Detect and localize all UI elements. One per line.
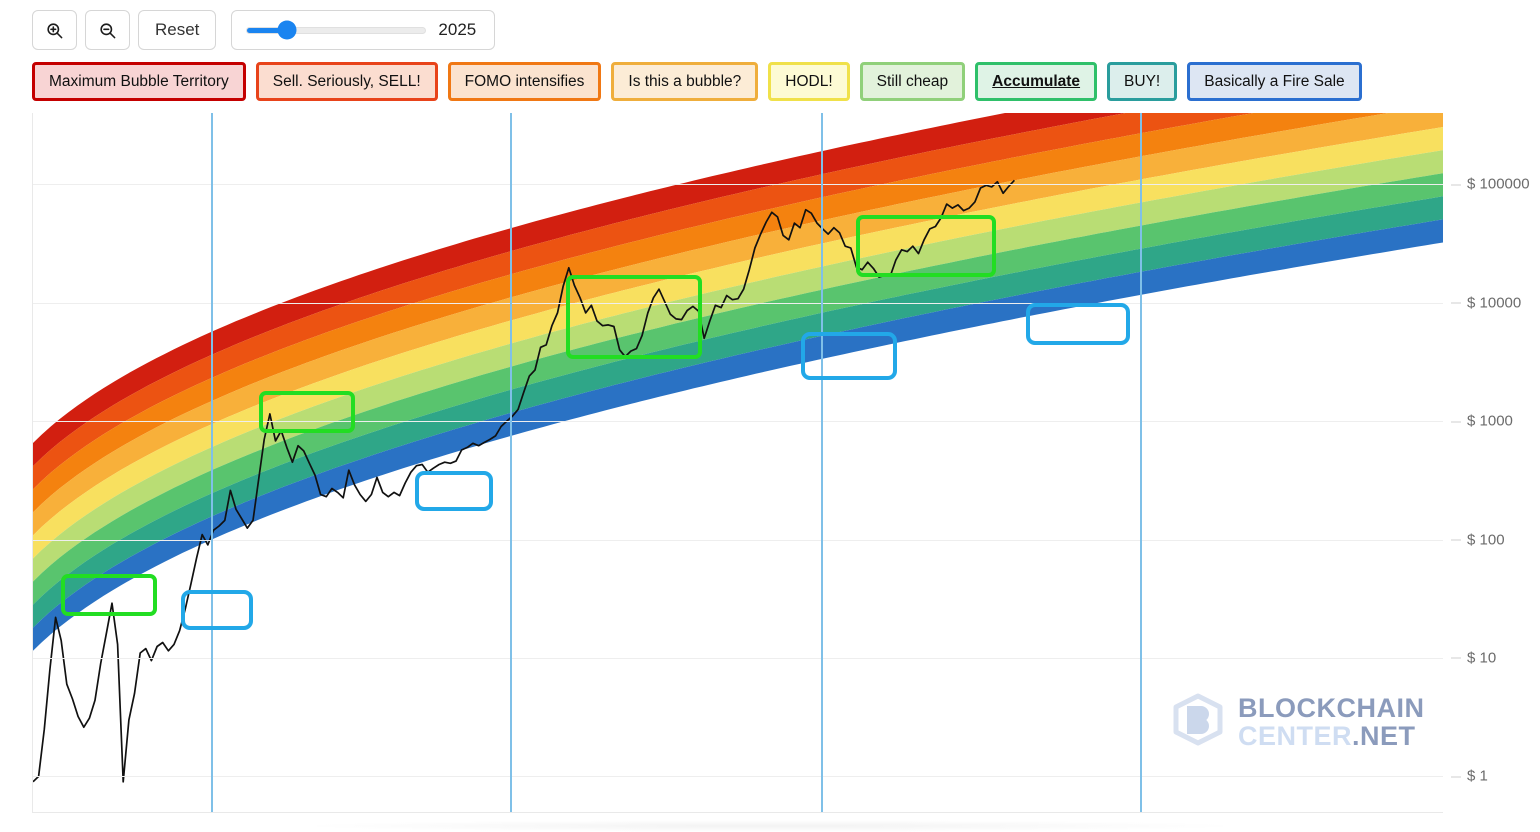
y-axis-tick-text: $ 10	[1467, 649, 1497, 667]
rainbow-chart-app: Reset 2025 Maximum Bubble Territory Sell.…	[0, 0, 1540, 832]
y-axis-tick-text: $ 100	[1467, 531, 1505, 549]
legend-band-label: Maximum Bubble Territory	[49, 72, 229, 90]
cycle-bottom-highlight-box	[801, 331, 898, 380]
zoom-out-icon	[98, 21, 117, 40]
horizontal-gridline	[33, 302, 1443, 304]
cycle-top-highlight-box	[258, 390, 355, 433]
cycle-top-highlight-box	[856, 215, 997, 278]
year-slider-value: 2025	[438, 20, 477, 39]
legend-band-label: BUY!	[1124, 72, 1161, 90]
legend-band-label: Sell. Seriously, SELL!	[272, 72, 421, 90]
legend-band-2[interactable]: FOMO intensifies	[447, 62, 602, 101]
legend-band-6[interactable]: Accumulate	[975, 62, 1098, 101]
legend-band-label: Still cheap	[876, 72, 949, 90]
y-axis-tick-label: $ 10	[1451, 649, 1496, 666]
y-axis-tick-text: $ 100000	[1467, 175, 1530, 193]
horizontal-gridline	[33, 421, 1443, 423]
horizontal-gridline	[33, 539, 1443, 541]
horizontal-gridline	[33, 657, 1443, 659]
legend-band-label: Accumulate	[992, 72, 1081, 90]
year-slider-thumb[interactable]	[277, 20, 297, 40]
legend-band-label: Is this a bubble?	[628, 72, 742, 90]
y-axis-tick-text: $ 10000	[1467, 294, 1522, 312]
halving-gridline	[1139, 113, 1142, 812]
y-axis-tick-label: $ 1000	[1451, 413, 1513, 430]
zoom-in-button[interactable]	[32, 10, 77, 50]
cycle-bottom-highlight-box	[415, 470, 494, 511]
year-slider-track[interactable]	[246, 20, 427, 40]
year-slider[interactable]: 2025	[231, 10, 496, 50]
y-axis-tick-label: $ 1	[1451, 768, 1488, 785]
legend-band-label: HODL!	[785, 72, 833, 90]
horizontal-gridline	[33, 776, 1443, 778]
y-axis-tick-label: $ 100	[1451, 531, 1505, 548]
page-bottom-shadow	[290, 820, 1250, 832]
rainbow-bands-and-price-line	[33, 113, 1443, 783]
zoom-out-button[interactable]	[85, 10, 130, 50]
y-axis-tick-text: $ 1	[1467, 767, 1488, 785]
zoom-in-icon	[45, 21, 64, 40]
chart-toolbar: Reset 2025	[32, 10, 496, 50]
halving-gridline	[821, 113, 824, 812]
cycle-top-highlight-box	[565, 275, 702, 360]
cycle-bottom-highlight-box	[181, 589, 254, 630]
legend-band-3[interactable]: Is this a bubble?	[611, 62, 759, 101]
reset-button[interactable]: Reset	[138, 10, 217, 50]
legend-band-label: Basically a Fire Sale	[1204, 72, 1345, 90]
legend-band-label: FOMO intensifies	[464, 72, 585, 90]
legend-band-1[interactable]: Sell. Seriously, SELL!	[255, 62, 438, 101]
y-axis-tick-label: $ 10000	[1451, 294, 1521, 311]
legend-band-7[interactable]: BUY!	[1107, 62, 1178, 101]
halving-gridline	[509, 113, 512, 812]
y-axis-tick-text: $ 1000	[1467, 412, 1513, 430]
legend-band-8[interactable]: Basically a Fire Sale	[1187, 62, 1362, 101]
y-axis-tick-label: $ 100000	[1451, 176, 1530, 193]
price-chart[interactable]: $ 100000 $ 10000 $ 1000 $ 100 $ 10 $ 1	[32, 113, 1530, 813]
horizontal-gridline	[33, 184, 1443, 186]
legend-band-0[interactable]: Maximum Bubble Territory	[32, 62, 246, 101]
cycle-bottom-highlight-box	[1025, 303, 1130, 346]
legend-band-4[interactable]: HODL!	[768, 62, 850, 101]
band-legend: Maximum Bubble Territory Sell. Seriously,…	[32, 62, 1362, 101]
halving-gridline	[210, 113, 213, 812]
cycle-top-highlight-box	[61, 574, 158, 617]
legend-band-5[interactable]: Still cheap	[859, 62, 966, 101]
